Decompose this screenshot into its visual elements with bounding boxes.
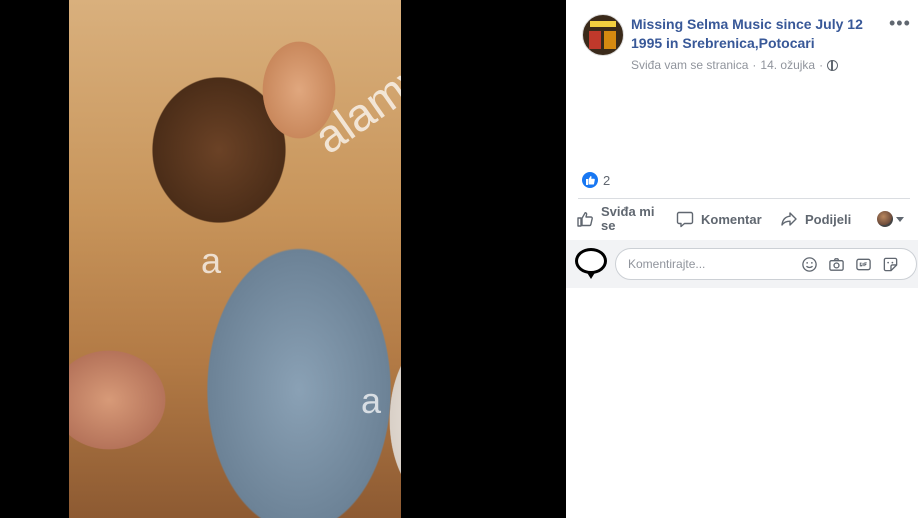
share-button[interactable]: Podijeli [780, 210, 870, 228]
caret-down-icon [896, 216, 904, 222]
action-bar: Sviđa mi se Komentar Podijeli [574, 200, 910, 238]
comment-composer [566, 240, 918, 288]
globe-icon[interactable] [827, 59, 839, 71]
more-options-icon[interactable]: ••• [889, 14, 911, 32]
gif-icon[interactable] [855, 256, 872, 273]
like-label: Sviđa mi se [601, 204, 655, 233]
comment-icon [676, 211, 694, 228]
liked-page-status[interactable]: Sviđa vam se stranica [631, 58, 748, 72]
meta-separator: · [752, 58, 757, 72]
post-as-selector[interactable] [877, 211, 904, 227]
divider [578, 198, 910, 199]
thumbs-up-icon [577, 212, 593, 227]
page-name-link[interactable]: Missing Selma Music since July 12 1995 i… [631, 15, 881, 53]
post-meta: Sviđa vam se stranica · 14. ožujka · [631, 58, 839, 72]
post-date[interactable]: 14. ožujka [760, 58, 815, 72]
comment-tools [801, 256, 899, 273]
watermark-small: a [201, 240, 222, 281]
photo-viewer: alamy a a [0, 0, 566, 518]
comment-button[interactable]: Komentar [676, 210, 780, 228]
share-icon [781, 212, 797, 226]
watermark: alamy [304, 50, 401, 164]
avatar-tail [586, 271, 596, 279]
post-photo[interactable]: alamy a a [69, 0, 401, 518]
meta-separator: · [819, 58, 824, 72]
like-reaction-icon [582, 172, 598, 188]
watermark-small: a [361, 380, 382, 421]
camera-icon[interactable] [828, 256, 845, 273]
sticker-icon[interactable] [882, 256, 899, 273]
page-avatar[interactable] [582, 14, 624, 56]
reaction-count: 2 [603, 172, 611, 188]
reactions-summary[interactable]: 2 [582, 172, 610, 188]
comment-label: Komentar [701, 211, 762, 227]
emoji-icon[interactable] [801, 256, 818, 273]
user-avatar [877, 211, 893, 227]
share-label: Podijeli [805, 211, 852, 227]
like-button[interactable]: Sviđa mi se [574, 205, 672, 233]
post-details-panel: Missing Selma Music since July 12 1995 i… [566, 0, 918, 518]
